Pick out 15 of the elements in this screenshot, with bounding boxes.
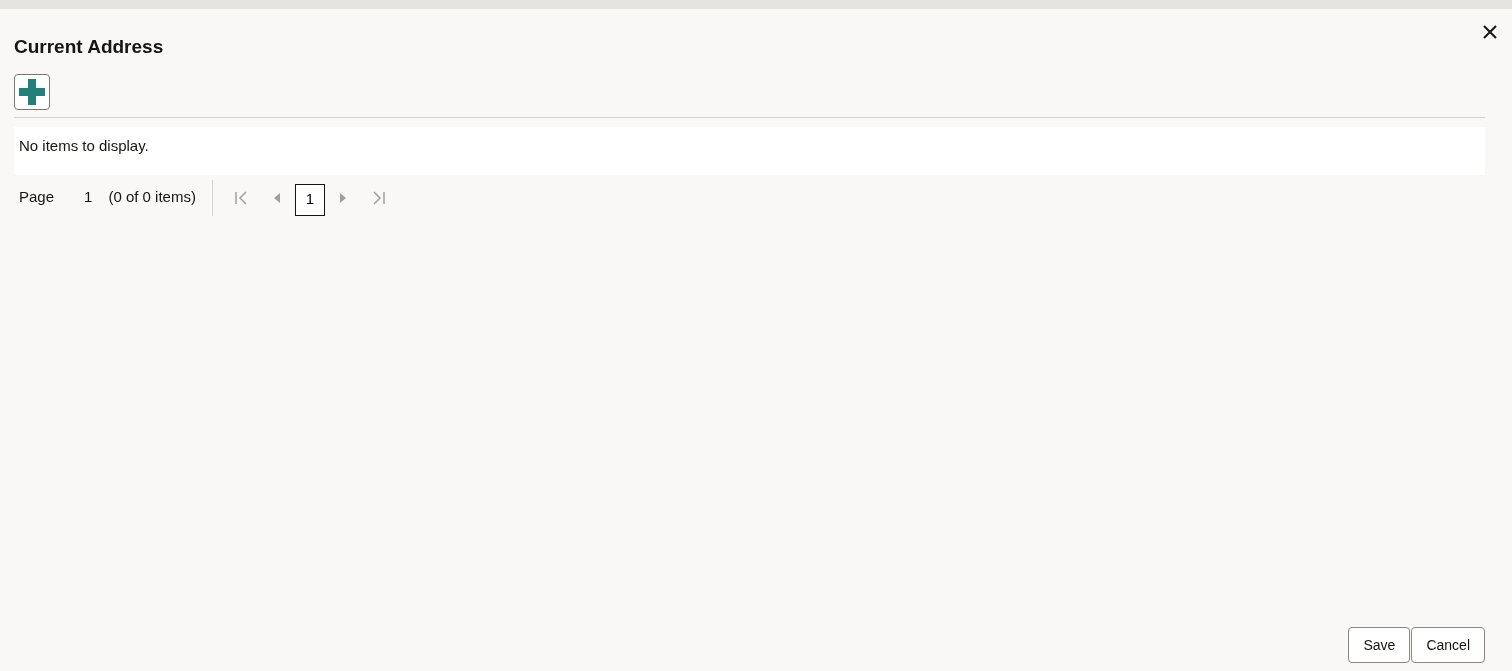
dialog-title: Current Address — [14, 35, 165, 59]
empty-message: No items to display. — [14, 126, 1485, 175]
previous-icon — [273, 192, 280, 203]
plus-icon — [18, 77, 46, 106]
close-icon — [1482, 23, 1498, 40]
item-range: (0 of 0 items) — [108, 187, 196, 208]
current-page-button[interactable]: 1 — [294, 183, 325, 216]
next-icon — [339, 192, 346, 203]
cancel-button[interactable]: Cancel — [1411, 627, 1485, 663]
page-number: 1 — [84, 187, 93, 208]
save-button[interactable]: Save — [1348, 627, 1411, 663]
add-button[interactable] — [14, 73, 50, 110]
first-page-icon — [233, 190, 248, 205]
last-page-icon — [371, 190, 386, 205]
page-label: Page — [19, 187, 55, 208]
